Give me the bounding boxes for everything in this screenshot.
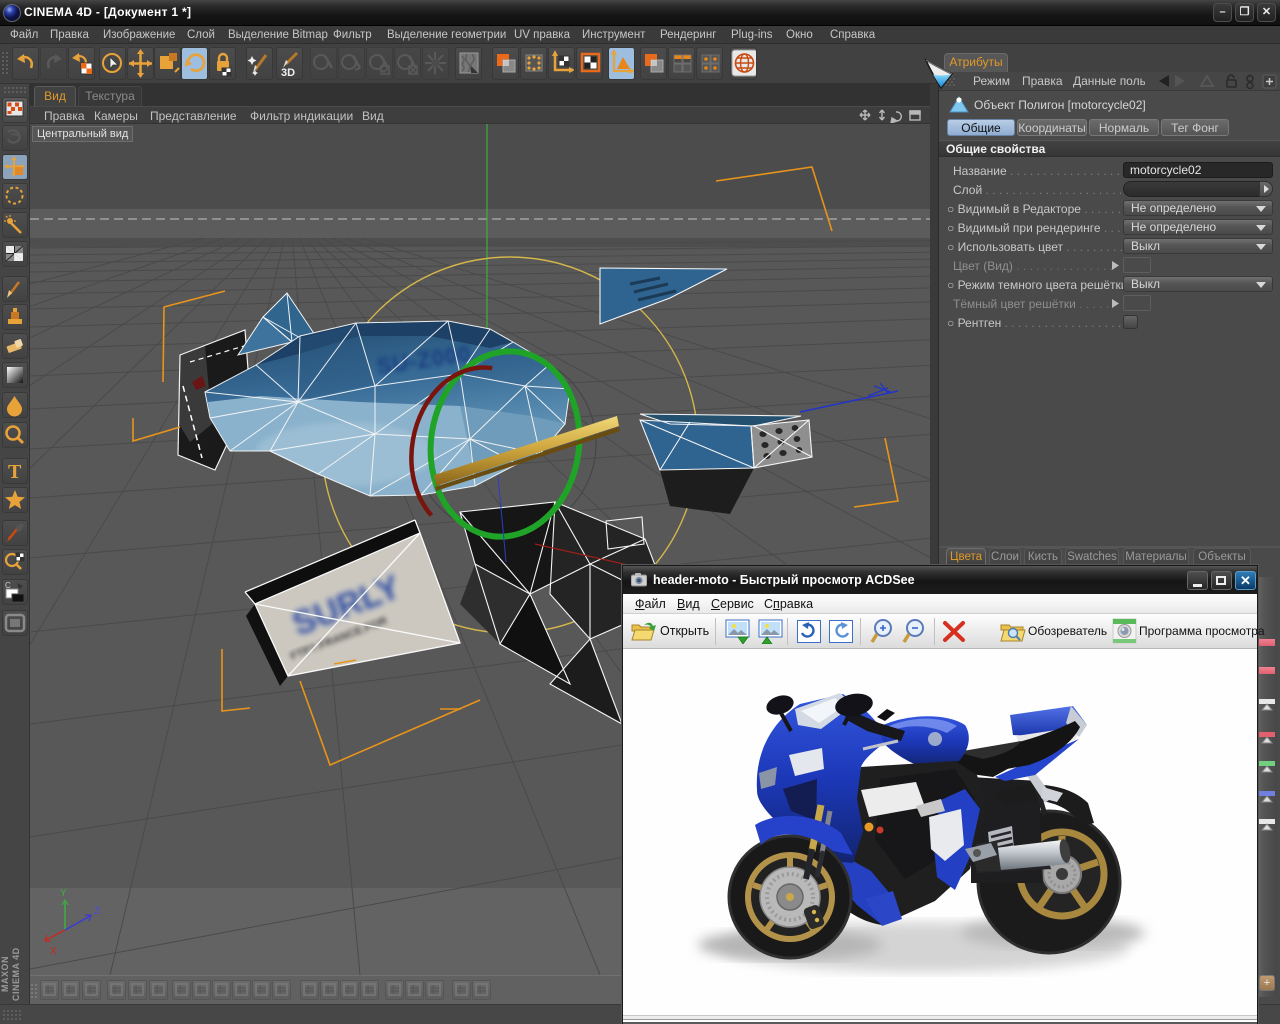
svg-text:X: X xyxy=(50,946,57,957)
svg-text:Y: Y xyxy=(60,888,67,899)
svg-text:T: T xyxy=(8,461,22,483)
svg-text:Z: Z xyxy=(94,906,100,917)
svg-text:3D: 3D xyxy=(281,67,295,79)
